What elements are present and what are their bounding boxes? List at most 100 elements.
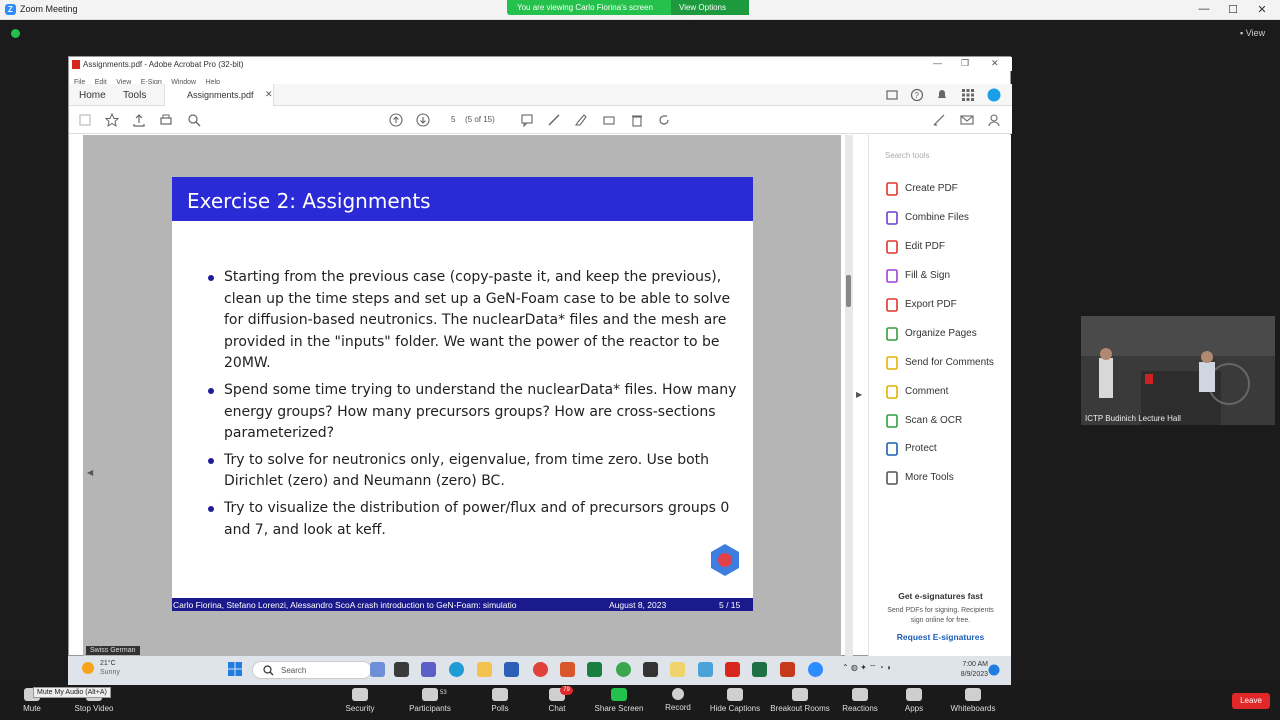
document-scrollbar[interactable] xyxy=(845,135,853,656)
notification-icon[interactable] xyxy=(988,664,1000,676)
zoom-titlebar: Z Zoom Meeting You are viewing Carlo Fio… xyxy=(0,0,1280,21)
acrobat-minimize-button[interactable]: — xyxy=(933,58,942,68)
tab-close-icon[interactable]: ✕ xyxy=(265,89,273,100)
page-number-input[interactable]: 5 xyxy=(451,115,455,124)
hide-captions-button[interactable]: Hide Captions xyxy=(700,688,770,713)
control-label: Hide Captions xyxy=(709,704,761,713)
taskbar-search-label: Search xyxy=(281,666,307,675)
bullet-item: Starting from the previous case (copy-pa… xyxy=(208,267,738,375)
esign-heading: Get e-signatures fast xyxy=(898,591,983,601)
bell-icon[interactable] xyxy=(935,88,949,102)
taskbar-app-icon[interactable] xyxy=(587,662,602,677)
close-button[interactable]: ✕ xyxy=(1254,3,1270,16)
apps-icon xyxy=(906,688,922,701)
taskbar-app-icon[interactable] xyxy=(698,662,713,677)
star-icon[interactable] xyxy=(105,113,119,127)
acrobat-close-button[interactable]: ✕ xyxy=(991,58,999,69)
minimize-button[interactable]: — xyxy=(1196,3,1212,15)
save-icon[interactable] xyxy=(78,113,92,127)
document-viewer[interactable]: ◀ Exercise 2: Assignments Starting from … xyxy=(83,135,841,656)
leave-button[interactable]: Leave xyxy=(1232,693,1270,709)
excel-icon[interactable] xyxy=(752,662,767,677)
mail-icon[interactable] xyxy=(960,113,974,127)
whiteboards-button[interactable]: Whiteboards xyxy=(938,688,1008,713)
help-icon[interactable]: ? xyxy=(910,88,924,102)
send-comments-icon xyxy=(886,356,898,370)
zoom-window-title: Zoom Meeting xyxy=(20,4,78,14)
share-screen-icon xyxy=(611,688,627,701)
sign-icon[interactable] xyxy=(932,113,946,127)
print-icon[interactable] xyxy=(159,113,173,127)
scrollbar-thumb[interactable] xyxy=(846,275,851,307)
pen-icon[interactable] xyxy=(547,113,561,127)
speaker-video[interactable]: ICTP Budinich Lecture Hall xyxy=(1081,316,1275,425)
chat-button[interactable]: Chat xyxy=(522,688,592,713)
search-tools-input[interactable]: Search tools xyxy=(885,151,929,160)
user-avatar-icon[interactable] xyxy=(987,88,1001,102)
edge-icon[interactable] xyxy=(449,662,464,677)
collapse-left-pane-icon[interactable]: ◀ xyxy=(87,468,93,477)
slide-footer: Carlo Fiorina, Stefano Lorenzi, Alessand… xyxy=(172,598,753,611)
word-icon[interactable] xyxy=(504,662,519,677)
tool-create-pdf[interactable]: Create PDF xyxy=(885,179,1010,199)
encryption-shield-icon[interactable] xyxy=(11,29,20,38)
share-icon[interactable] xyxy=(885,88,899,102)
tool-scan-ocr[interactable]: Scan & OCR xyxy=(885,411,1010,431)
tab-tools[interactable]: Tools xyxy=(123,90,146,101)
acrobat-restore-button[interactable]: ❐ xyxy=(961,58,969,69)
bullet-item: Try to solve for neutronics only, eigenv… xyxy=(208,450,738,493)
trash-icon[interactable] xyxy=(630,113,644,127)
taskbar-clock[interactable]: 7:00 AM 8/9/2023 xyxy=(954,660,988,680)
participants-button[interactable]: Participants xyxy=(395,688,465,713)
tool-export-pdf[interactable]: Export PDF xyxy=(885,295,1010,315)
request-esignatures-link[interactable]: Request E-signatures xyxy=(869,632,1012,642)
chrome-icon[interactable] xyxy=(533,662,548,677)
tool-protect[interactable]: Protect xyxy=(885,439,1010,459)
highlight-icon[interactable] xyxy=(574,113,588,127)
rotate-icon[interactable] xyxy=(657,113,671,127)
breakout-rooms-icon xyxy=(792,688,808,701)
windows-start-icon[interactable] xyxy=(228,662,242,676)
tab-document[interactable]: Assignments.pdf ✕ xyxy=(164,84,274,106)
tool-more-tools[interactable]: More Tools xyxy=(885,468,1010,488)
acrobat-icon[interactable] xyxy=(725,662,740,677)
upload-icon[interactable] xyxy=(132,113,146,127)
page-down-icon[interactable] xyxy=(416,113,430,127)
record-icon xyxy=(672,688,684,700)
linux-icon[interactable] xyxy=(670,662,685,677)
teams-icon[interactable] xyxy=(421,662,436,677)
tab-home[interactable]: Home xyxy=(79,90,106,101)
tool-comment[interactable]: Comment xyxy=(885,382,1010,402)
stamp-icon[interactable] xyxy=(602,113,616,127)
taskbar-app-icon[interactable] xyxy=(394,662,409,677)
taskbar-app-icon[interactable] xyxy=(370,662,385,677)
tool-edit-pdf[interactable]: Edit PDF xyxy=(885,237,1010,257)
file-explorer-icon[interactable] xyxy=(477,662,492,677)
page-up-icon[interactable] xyxy=(389,113,403,127)
taskbar-app-icon[interactable] xyxy=(780,662,795,677)
zoom-search-icon[interactable] xyxy=(187,113,201,127)
view-options-button[interactable]: View Options ⌄ xyxy=(671,0,749,21)
apps-grid-icon[interactable] xyxy=(961,88,975,102)
security-button[interactable]: Security xyxy=(325,688,395,713)
taskbar-search-box[interactable]: Search xyxy=(252,661,372,679)
comment-tool-icon[interactable] xyxy=(520,113,534,127)
tool-send-comments[interactable]: Send for Comments xyxy=(885,353,1010,373)
tool-combine-files[interactable]: Combine Files xyxy=(885,208,1010,228)
view-label: View xyxy=(1245,28,1266,38)
chrome-icon[interactable] xyxy=(616,662,631,677)
svg-text:?: ? xyxy=(915,91,920,100)
control-label: Security xyxy=(345,704,375,713)
tool-organize-pages[interactable]: Organize Pages xyxy=(885,324,1010,344)
maximize-button[interactable]: ☐ xyxy=(1225,3,1241,16)
weather-sun-icon[interactable] xyxy=(82,662,94,674)
system-tray-icons[interactable]: ⌃ ◍ ✦ ⌔ ◔ ◑ xyxy=(842,663,891,673)
control-label: Whiteboards xyxy=(950,704,996,713)
collapse-right-pane-icon[interactable]: ▶ xyxy=(856,390,862,399)
tool-fill-sign[interactable]: Fill & Sign xyxy=(885,266,1010,286)
taskbar-app-icon[interactable] xyxy=(560,662,575,677)
view-button[interactable]: ▪ View xyxy=(1240,28,1265,38)
account-icon[interactable] xyxy=(987,113,1001,127)
zoom-app-icon[interactable] xyxy=(808,662,823,677)
terminal-icon[interactable] xyxy=(643,662,658,677)
